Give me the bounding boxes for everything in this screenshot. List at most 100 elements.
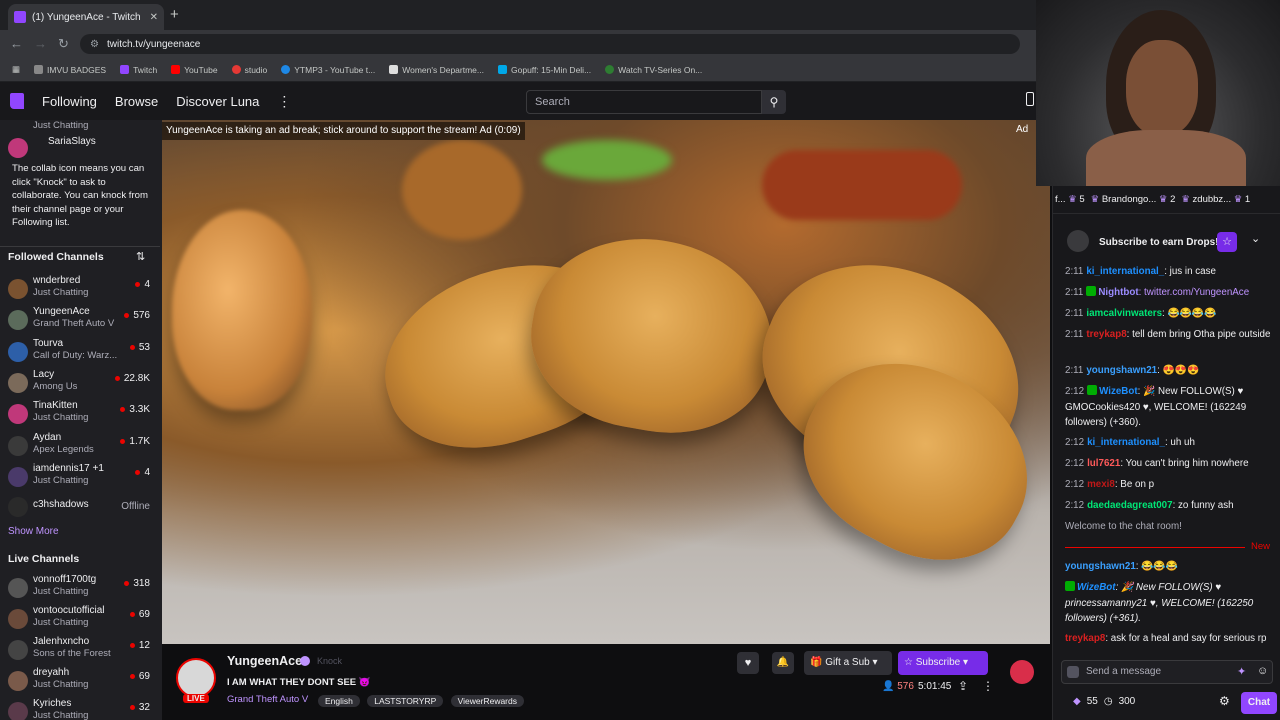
stream-title: I AM WHAT THEY DONT SEE 😈 — [227, 677, 371, 688]
drops-label: Subscribe to earn Drops! — [1099, 237, 1219, 248]
sidebar-item-jalenhxncho[interactable]: Jalenhxncho Sons of the Forest 12 — [0, 636, 160, 666]
chat-message: 2:11 youngshawn21: 😍😍😍 — [1065, 365, 1200, 376]
chat-message: 2:11 Nightbot: twitter.com/YungeenAce — [1065, 286, 1250, 298]
tag-pill[interactable]: ViewerRewards — [450, 695, 524, 707]
more-options-icon[interactable]: ⋮ — [277, 93, 291, 110]
channel-avatar[interactable] — [176, 658, 216, 698]
bookmark-twitch[interactable]: Twitch — [120, 65, 157, 75]
channel-name[interactable]: YungeenAce — [227, 654, 302, 668]
sidebar-item-tinakitten[interactable]: TinaKitten Just Chatting 3.3K — [0, 400, 160, 430]
nav-following[interactable]: Following — [42, 94, 97, 109]
apps-grid-icon[interactable]: ▦ — [12, 64, 20, 75]
chat-message: 2:12 lul7621: You can't bring him nowhere — [1065, 458, 1249, 469]
follow-heart-icon[interactable]: ♥ — [737, 652, 759, 674]
ad-badge: Ad — [1016, 124, 1029, 135]
bookmark-studio[interactable]: studio — [231, 65, 267, 75]
collab-tooltip: The collab icon means you can click "Kno… — [6, 158, 156, 234]
leaderboard-entry[interactable]: ♛ Brandongo... ♛ 2 — [1091, 194, 1176, 205]
sidebar-item-vontoocutofficial[interactable]: vontoocutofficial Just Chatting 69 — [0, 605, 160, 635]
bookmark-gopuff[interactable]: Gopuff: 15-Min Deli... — [498, 65, 591, 75]
search-icon[interactable]: ⚲ — [762, 90, 786, 114]
sidebar-item-tourva[interactable]: Tourva Call of Duty: Warz... 53 — [0, 338, 160, 368]
avatar — [8, 342, 28, 362]
share-icon[interactable]: ⇪ — [958, 679, 968, 693]
subscribe-button[interactable]: ☆ Subscribe ▾ — [898, 651, 988, 675]
twitch-logo-icon[interactable] — [10, 93, 24, 109]
sidebar-item-c3hshadows[interactable]: c3hshadows Offline — [0, 497, 160, 527]
sidebar-item-wnderbred[interactable]: wnderbred Just Chatting 4 — [0, 275, 160, 305]
magic-wand-icon[interactable]: ✦ — [1237, 665, 1246, 678]
sidebar-item-yungeenace[interactable]: YungeenAce Grand Theft Auto V 576 — [0, 306, 160, 336]
sidebar-item-vonnoff1700tg[interactable]: vonnoff1700tg Just Chatting 318 — [0, 574, 160, 604]
ad-food-image — [402, 140, 522, 240]
url-field[interactable]: ⚙ twitch.tv/yungeenace — [80, 34, 1020, 54]
channel-points[interactable]: ◆ 55 ◷ 300 — [1073, 696, 1135, 707]
emote-picker-icon[interactable] — [1067, 666, 1079, 678]
nav-discover-luna[interactable]: Discover Luna — [176, 94, 259, 109]
drops-icon — [1067, 230, 1089, 252]
sidebar-item-lacy[interactable]: Lacy Among Us 22.8K — [0, 369, 160, 399]
moderator-badge-icon — [1087, 385, 1098, 395]
emoji-icon[interactable]: ☺ — [1257, 665, 1268, 677]
nav-browse[interactable]: Browse — [115, 94, 158, 109]
inbox-icon[interactable] — [1026, 92, 1034, 106]
tab-title: (1) YungeenAce - Twitch — [32, 11, 141, 23]
bookmark-ytmp3[interactable]: YTMP3 - YouTube t... — [281, 65, 375, 75]
close-tab-icon[interactable]: ✕ — [150, 12, 158, 23]
notifications-bell-icon[interactable]: 🔔 — [772, 652, 794, 674]
browser-tab[interactable]: (1) YungeenAce - Twitch ✕ — [8, 4, 164, 30]
tag-list: English LASTSTORYRP ViewerRewards — [318, 693, 528, 707]
offline-label: Offline — [121, 501, 150, 512]
new-messages-divider — [1065, 547, 1245, 548]
chat-message: 2:11 ki_international_: jus in case — [1065, 266, 1216, 277]
bookmark-youtube[interactable]: YouTube — [171, 65, 218, 75]
hype-heart-icon[interactable] — [1010, 660, 1034, 684]
new-tab-icon[interactable]: + — [170, 6, 179, 23]
star-icon[interactable]: ☆ — [1217, 232, 1237, 252]
tag-pill[interactable]: LASTSTORYRP — [367, 695, 444, 707]
webcam-person — [1086, 130, 1246, 186]
show-more-link[interactable]: Show More — [8, 526, 59, 537]
knock-button[interactable]: Knock — [317, 656, 342, 666]
sidebar-item-dreyahh[interactable]: dreyahh Just Chatting 69 — [0, 667, 160, 697]
tag-pill[interactable]: English — [318, 695, 360, 707]
bookmark-watch-tv[interactable]: Watch TV-Series On... — [605, 65, 702, 75]
avatar — [8, 497, 28, 517]
sidebar-item-aydan[interactable]: Aydan Apex Legends 1.7K — [0, 432, 160, 462]
stream-game-link[interactable]: Grand Theft Auto V — [227, 694, 308, 705]
viewer-count: 👤 576 — [882, 681, 914, 692]
sidebar-item-kyriches[interactable]: Kyriches Just Chatting 32 — [0, 698, 160, 720]
avatar — [8, 609, 28, 629]
settings-gear-icon[interactable]: ⚙ — [1219, 694, 1230, 708]
more-options-icon[interactable]: ⋮ — [982, 679, 994, 693]
video-player[interactable] — [162, 120, 1050, 644]
chat-leaderboard: f... ♛ 5 ♛ Brandongo... ♛ 2 ♛ zdubbz... … — [1053, 186, 1280, 214]
gift-sub-button[interactable]: 🎁 Gift a Sub ▾ — [804, 651, 892, 675]
bookmark-womens[interactable]: Women's Departme... — [389, 65, 484, 75]
leaderboard-entry[interactable]: ♛ zdubbz... ♛ 1 — [1181, 194, 1250, 205]
moderator-badge-icon — [1086, 286, 1097, 296]
forward-icon[interactable]: → — [34, 36, 47, 51]
viewer-count: 69 — [129, 671, 150, 682]
avatar — [8, 279, 28, 299]
sidebar-item-iamdennis17[interactable]: iamdennis17 +1 Just Chatting 4 — [0, 463, 160, 493]
back-icon[interactable]: ← — [10, 36, 23, 51]
viewer-count: 3.3K — [120, 404, 150, 415]
bookmark-imvu[interactable]: IMVU BADGES — [34, 65, 106, 75]
chat-panel: f... ♛ 5 ♛ Brandongo... ♛ 2 ♛ zdubbz... … — [1052, 186, 1280, 720]
chat-send-button[interactable]: Chat — [1241, 692, 1277, 714]
avatar — [8, 467, 28, 487]
live-badge: LIVE — [183, 694, 209, 703]
partial-row-game: Just Chatting — [33, 120, 89, 131]
site-info-icon[interactable]: ⚙ — [90, 39, 99, 50]
chevron-down-icon[interactable]: ⌄ — [1251, 232, 1260, 245]
webcam-overlay — [1036, 0, 1280, 186]
avatar — [8, 404, 28, 424]
search-input[interactable]: Search — [526, 90, 762, 114]
ad-food-image — [762, 150, 962, 220]
reload-icon[interactable]: ↻ — [58, 36, 69, 52]
sort-icon[interactable]: ⇅ — [136, 250, 145, 263]
leaderboard-entry[interactable]: f... ♛ 5 — [1055, 194, 1085, 205]
divider — [0, 246, 160, 247]
avatar — [8, 671, 28, 691]
